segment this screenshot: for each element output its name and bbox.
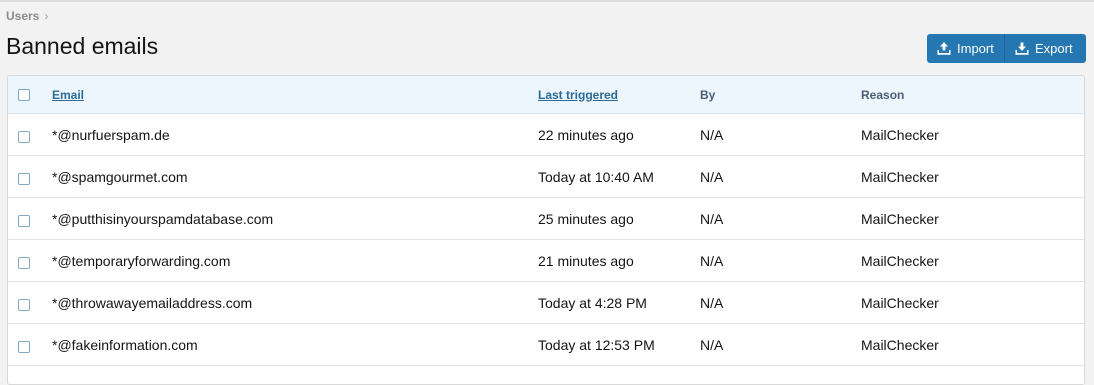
last-triggered-cell: Today at 4:28 PM (538, 294, 647, 311)
column-header-reason: Reason (861, 87, 905, 102)
breadcrumb: Users › (6, 9, 48, 23)
table-row: *@throwawayemailaddress.com Today at 4:2… (8, 282, 1084, 324)
last-triggered-cell: Today at 10:40 AM (538, 168, 654, 185)
table-row: *@putthisinyourspamdatabase.com 25 minut… (8, 198, 1084, 240)
last-triggered-cell: 25 minutes ago (538, 210, 634, 227)
import-button-label: Import (957, 41, 994, 56)
row-select-cell (18, 198, 30, 239)
upload-icon (937, 42, 951, 55)
page-title: Banned emails (6, 33, 159, 59)
select-all-cell (18, 76, 30, 113)
export-button-label: Export (1035, 41, 1073, 56)
email-cell: *@fakeinformation.com (52, 336, 198, 353)
email-cell: *@putthisinyourspamdatabase.com (52, 210, 274, 227)
download-icon (1015, 42, 1029, 55)
table-header-row: Email Last triggered By Reason (8, 76, 1084, 114)
row-checkbox[interactable] (18, 298, 30, 311)
banned-emails-table: Email Last triggered By Reason *@nurfuer… (7, 75, 1085, 385)
email-cell: *@nurfuerspam.de (52, 126, 170, 143)
breadcrumb-users-link[interactable]: Users (6, 9, 39, 23)
row-select-cell (18, 156, 30, 197)
reason-cell: MailChecker (861, 210, 939, 227)
row-select-cell (18, 282, 30, 323)
row-select-cell (18, 324, 30, 365)
row-select-cell (18, 114, 30, 155)
row-checkbox[interactable] (18, 256, 30, 269)
row-checkbox[interactable] (18, 340, 30, 353)
row-checkbox[interactable] (18, 172, 30, 185)
column-header-last-triggered[interactable]: Last triggered (538, 76, 618, 113)
reason-cell: MailChecker (861, 294, 939, 311)
table-row: *@nurfuerspam.de 22 minutes ago N/A Mail… (8, 114, 1084, 156)
by-cell: N/A (700, 210, 724, 227)
row-select-cell (18, 240, 30, 281)
table-row: *@spamgourmet.com Today at 10:40 AM N/A … (8, 156, 1084, 198)
email-cell: *@temporaryforwarding.com (52, 252, 231, 269)
email-cell: *@spamgourmet.com (52, 168, 188, 185)
select-all-checkbox[interactable] (18, 88, 30, 101)
by-cell: N/A (700, 294, 724, 311)
top-divider (0, 0, 1094, 2)
reason-cell: MailChecker (861, 126, 939, 143)
row-checkbox[interactable] (18, 214, 30, 227)
export-button[interactable]: Export (1005, 34, 1086, 63)
by-cell: N/A (700, 252, 724, 269)
reason-cell: MailChecker (861, 336, 939, 353)
by-cell: N/A (700, 126, 724, 143)
last-triggered-cell: 22 minutes ago (538, 126, 634, 143)
email-cell: *@throwawayemailaddress.com (52, 294, 253, 311)
last-triggered-cell: Today at 12:53 PM (538, 336, 655, 353)
chevron-right-icon: › (44, 9, 49, 23)
table-row: *@temporaryforwarding.com 21 minutes ago… (8, 240, 1084, 282)
row-checkbox[interactable] (18, 130, 30, 143)
reason-cell: MailChecker (861, 252, 939, 269)
by-cell: N/A (700, 168, 724, 185)
last-triggered-cell: 21 minutes ago (538, 252, 634, 269)
reason-cell: MailChecker (861, 168, 939, 185)
toolbar-button-group: Import Export (927, 34, 1086, 63)
table-row: *@fakeinformation.com Today at 12:53 PM … (8, 324, 1084, 366)
column-header-by: By (700, 87, 716, 102)
column-header-email[interactable]: Email (52, 76, 84, 113)
import-button[interactable]: Import (927, 34, 1005, 63)
by-cell: N/A (700, 336, 724, 353)
